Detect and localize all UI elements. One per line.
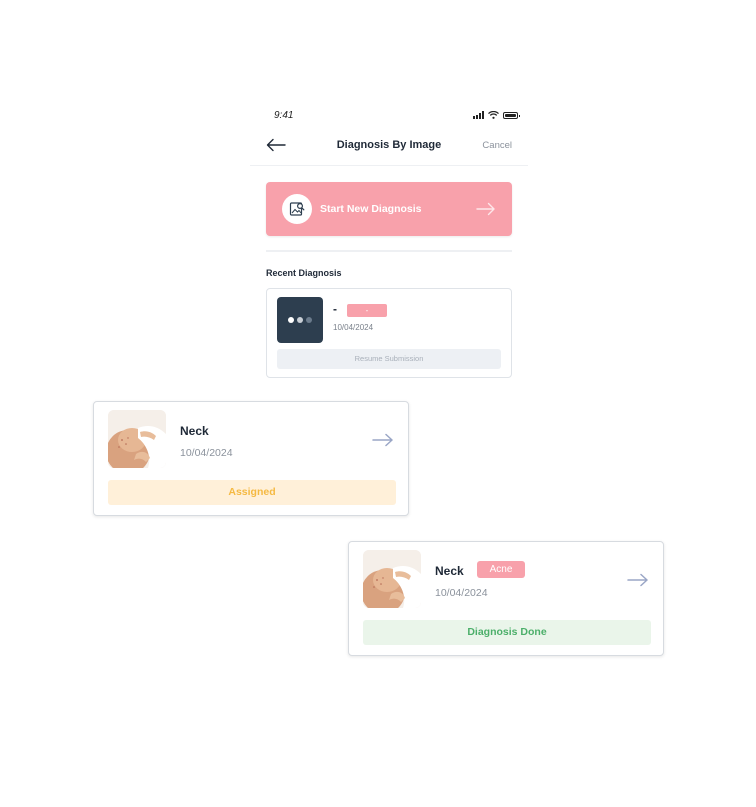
battery-icon	[503, 111, 520, 119]
diagnosis-location: Neck	[180, 424, 209, 438]
status-time: 9:41	[274, 109, 294, 121]
arrow-right-icon[interactable]	[372, 433, 394, 447]
loading-thumbnail	[277, 297, 323, 343]
loading-dot	[288, 317, 294, 323]
start-new-diagnosis-label: Start New Diagnosis	[320, 203, 422, 215]
image-search-icon	[289, 202, 305, 216]
phone-screen: 9:41 Diagnosis By Image Cancel Start New…	[250, 98, 528, 398]
screen: 9:41 Diagnosis By Image Cancel Start New…	[0, 0, 756, 807]
condition-tag: Acne	[477, 561, 525, 578]
diagnosis-card-done[interactable]: Neck Acne 10/04/2024 Diagnosis Done	[348, 541, 664, 656]
diagnosis-location: Neck	[435, 564, 464, 578]
status-bar: 9:41	[274, 108, 520, 122]
recent-diagnosis-badge: -	[347, 304, 387, 317]
recent-diagnosis-date: 10/04/2024	[333, 323, 374, 332]
diagnosis-date: 10/04/2024	[180, 447, 233, 459]
arrow-right-icon[interactable]	[627, 573, 649, 587]
diagnosis-date: 10/04/2024	[435, 587, 488, 599]
arrow-right-icon	[476, 202, 495, 216]
nav-bar: Diagnosis By Image Cancel	[250, 132, 528, 166]
status-diagnosis-done-badge: Diagnosis Done	[363, 620, 651, 645]
status-icons	[473, 111, 520, 119]
start-icon-circle	[282, 194, 312, 224]
wifi-icon	[488, 111, 499, 119]
recent-diagnosis-title: Recent Diagnosis	[266, 268, 342, 278]
diagnosis-card-assigned[interactable]: Neck 10/04/2024 Assigned	[93, 401, 409, 516]
skin-photo-thumbnail	[363, 550, 421, 608]
skin-photo-image	[108, 410, 166, 468]
resume-submission-button[interactable]: Resume Submission	[277, 349, 501, 369]
skin-photo-image	[363, 550, 421, 608]
status-assigned-badge: Assigned	[108, 480, 396, 505]
loading-dot	[297, 317, 303, 323]
cancel-button[interactable]: Cancel	[482, 140, 512, 151]
divider	[266, 250, 512, 252]
signal-icon	[473, 111, 484, 119]
loading-dot	[306, 317, 312, 323]
recent-diagnosis-name: -	[333, 302, 337, 316]
start-new-diagnosis-button[interactable]: Start New Diagnosis	[266, 182, 512, 236]
recent-diagnosis-card[interactable]: - - 10/04/2024 Resume Submission	[266, 288, 512, 378]
skin-photo-thumbnail	[108, 410, 166, 468]
